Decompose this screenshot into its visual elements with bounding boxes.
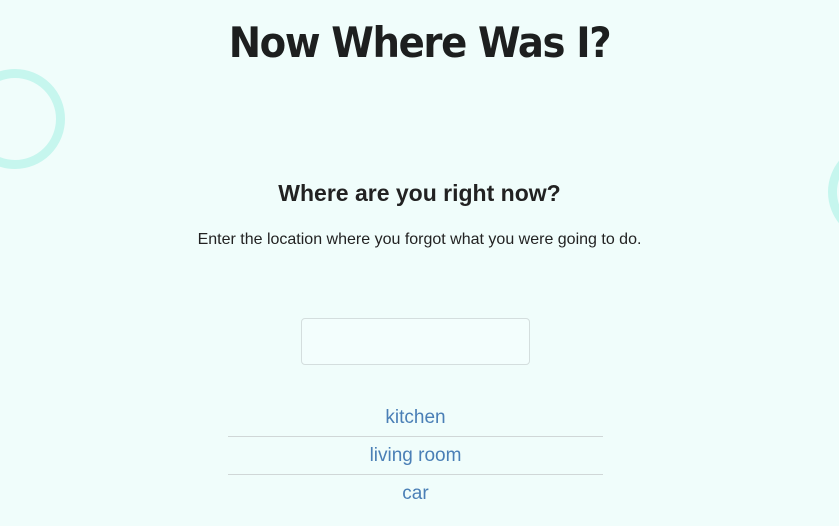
decorative-circle-left <box>0 69 65 169</box>
app-title: Now Where Was I? <box>228 18 612 67</box>
instructions-text: Enter the location where you forgot what… <box>197 231 642 248</box>
location-input[interactable] <box>301 318 530 365</box>
page: Now Where Was I? Where are you right now… <box>0 0 839 526</box>
location-item-kitchen[interactable]: kitchen <box>228 399 603 437</box>
location-question: Where are you right now? <box>278 180 561 206</box>
location-item-car[interactable]: car <box>228 475 603 512</box>
location-item-living-room[interactable]: living room <box>228 437 603 475</box>
location-list: kitchen living room car <box>228 399 603 512</box>
